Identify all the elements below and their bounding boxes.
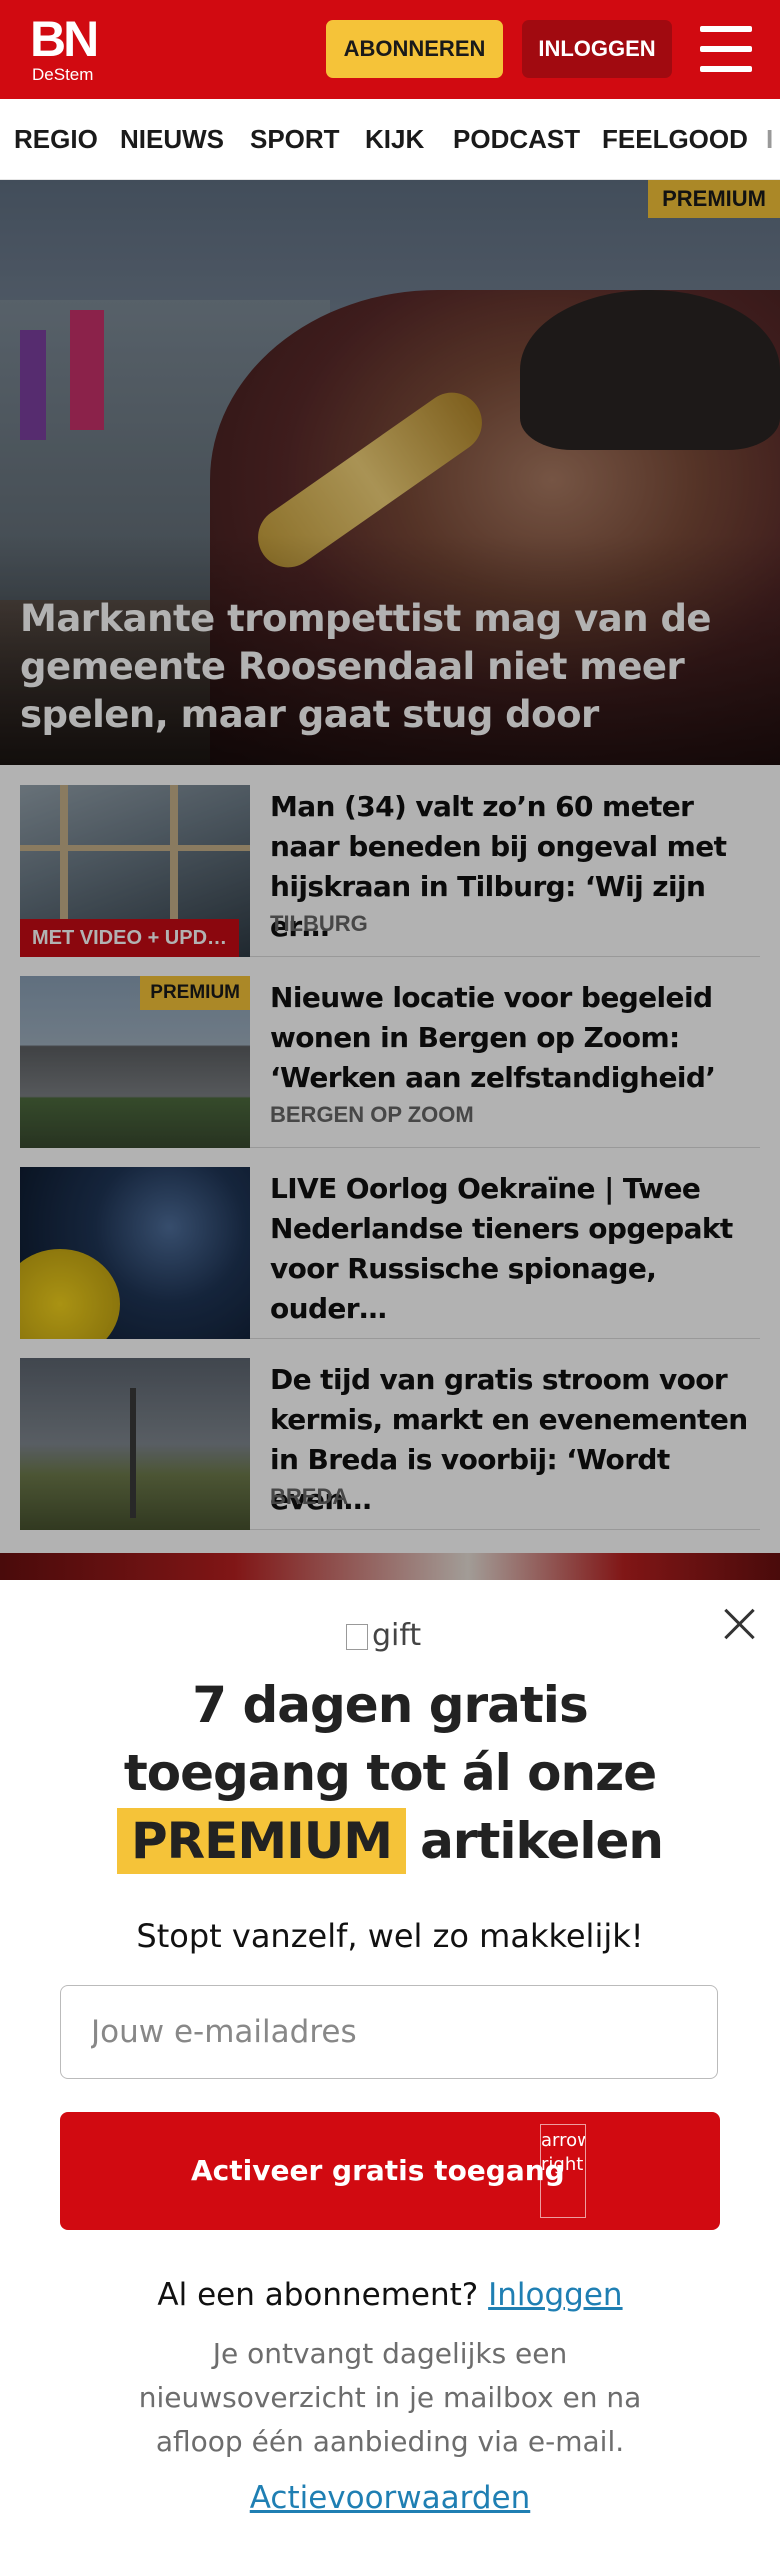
nav-item-kijk[interactable]: KIJK: [365, 99, 424, 179]
modal-subline: Stopt vanzelf, wel zo makkelijk!: [136, 1917, 644, 1955]
gift-icon: gift: [346, 1614, 436, 1658]
existing-subscriber-line: Al een abonnement? Inloggen: [0, 2275, 780, 2315]
terms-link[interactable]: Actievoorwaarden: [0, 2478, 780, 2518]
activate-trial-label: Activeer gratis toegang: [191, 2154, 565, 2187]
existing-subscriber-text: Al een abonnement?: [157, 2277, 479, 2313]
site-header: BN DeStem ABONNEREN INLOGGEN: [0, 0, 780, 99]
nav-item-nieuws[interactable]: NIEUWS: [120, 99, 224, 179]
arrow-right-icon: arrow-right: [540, 2124, 586, 2218]
nav-item-feelgood[interactable]: FEELGOOD: [602, 99, 748, 179]
modal-headline-line3: PREMIUM artikelen: [0, 1808, 780, 1874]
premium-trial-modal: gift 7 dagen gratis toegang tot ál onze …: [0, 1580, 780, 2560]
login-link[interactable]: Inloggen: [488, 2277, 622, 2313]
modal-backdrop[interactable]: [0, 180, 780, 1580]
nav-item-regio[interactable]: REGIO: [14, 99, 98, 179]
login-button[interactable]: INLOGGEN: [522, 20, 672, 78]
nav-item-overflow[interactable]: I: [766, 99, 773, 179]
logo-subtitle: DeStem: [32, 65, 94, 84]
section-nav: REGIO NIEUWS SPORT KIJK PODCAST FEELGOOD…: [0, 99, 780, 180]
nav-item-sport[interactable]: SPORT: [250, 99, 340, 179]
modal-headline-tail: artikelen: [420, 1812, 664, 1870]
close-icon[interactable]: [724, 1608, 756, 1640]
nav-item-podcast[interactable]: PODCAST: [453, 99, 580, 179]
premium-highlight: PREMIUM: [117, 1808, 407, 1874]
subscribe-button[interactable]: ABONNEREN: [326, 20, 503, 78]
activate-trial-button[interactable]: Activeer gratis toegang arrow-right: [60, 2112, 720, 2230]
logo-mark: BN: [30, 11, 99, 67]
email-field[interactable]: [60, 1985, 718, 2079]
site-logo[interactable]: BN DeStem: [30, 14, 110, 86]
gift-alt-text: gift: [372, 1618, 422, 1653]
modal-headline-line1: 7 dagen gratis: [192, 1676, 588, 1734]
modal-disclaimer: Je ontvangt dagelijks een nieuwsoverzich…: [138, 2337, 642, 2458]
modal-headline-line2: toegang tot ál onze: [123, 1744, 657, 1802]
hamburger-menu-icon[interactable]: [700, 26, 752, 72]
